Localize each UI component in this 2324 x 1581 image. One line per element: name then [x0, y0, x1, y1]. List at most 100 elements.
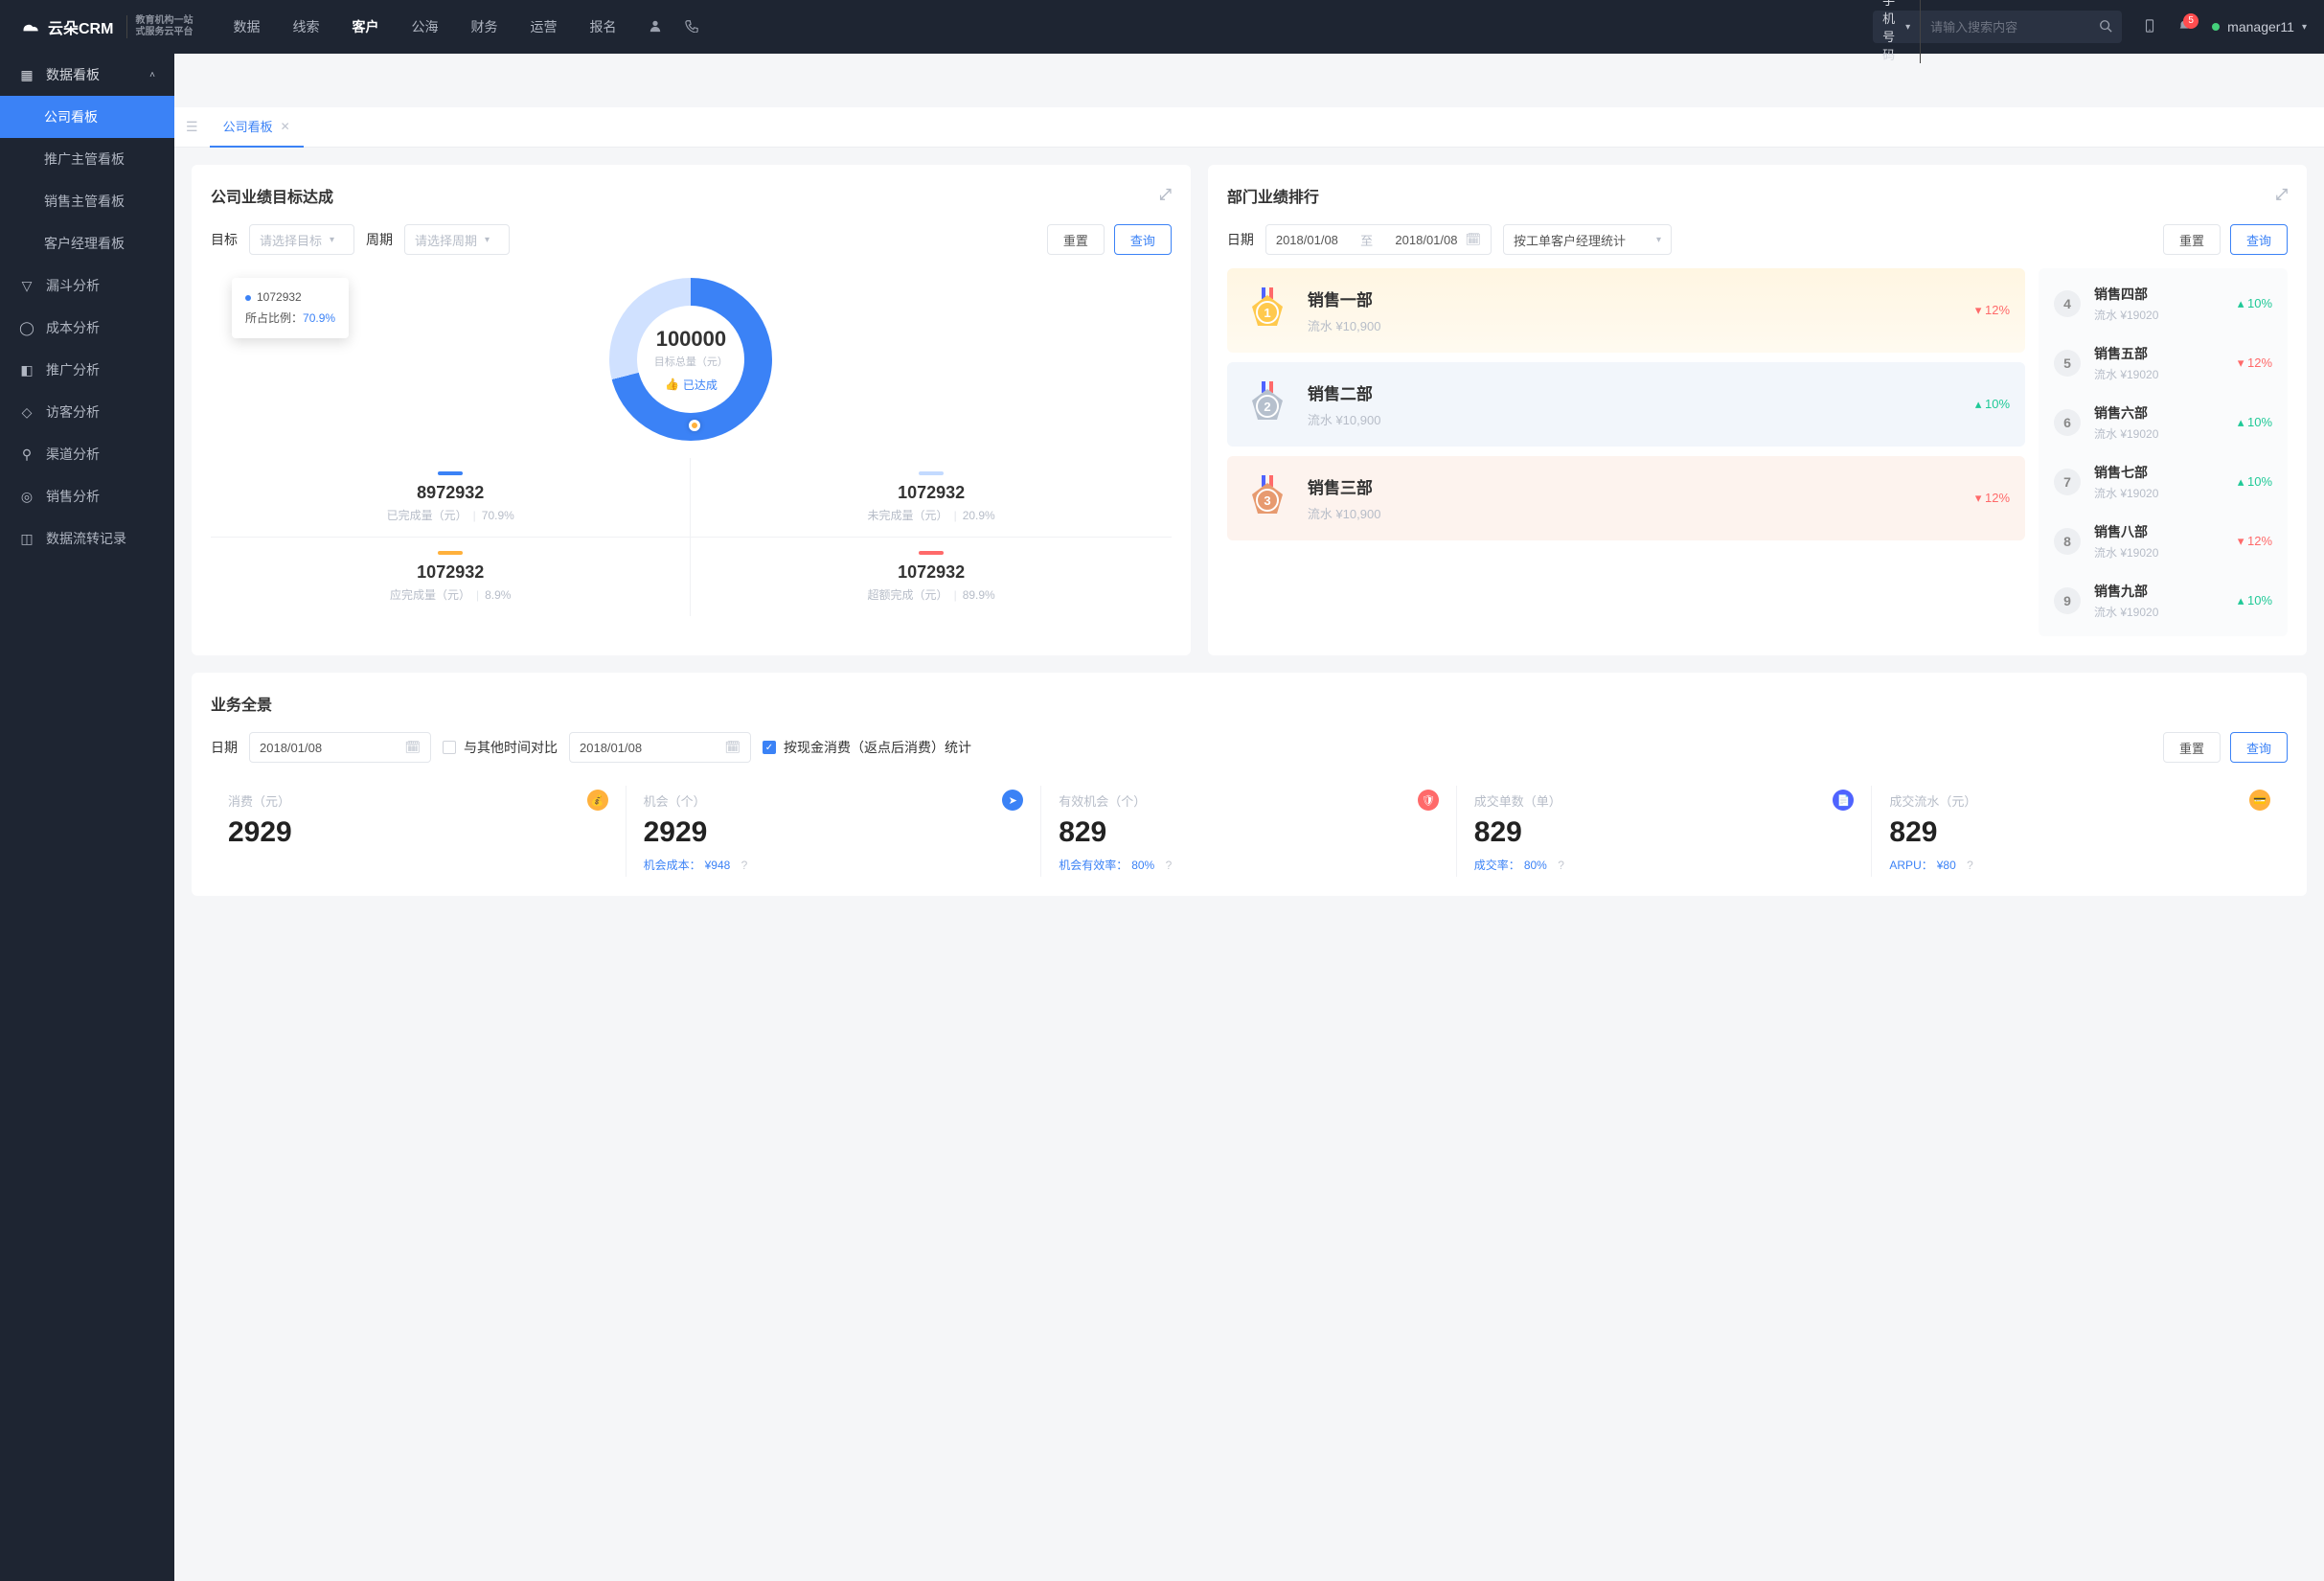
rank-name: 销售二部 — [1308, 380, 1960, 404]
medal-icon: 2 — [1242, 379, 1292, 429]
sidebar-item-3[interactable]: ◇访客分析 — [0, 391, 174, 433]
donut-marker — [689, 420, 700, 431]
tile-icon: ➤ — [1002, 790, 1023, 811]
stat-cell-3: 1072932 超额完成（元）|89.9% — [691, 538, 1171, 616]
search-box: 手机号码▾ — [1873, 11, 2122, 43]
sidebar-item-5[interactable]: ◎销售分析 — [0, 475, 174, 517]
cloud-icon — [17, 16, 42, 37]
stat-bar — [919, 471, 944, 475]
rank-top-1: 1 销售一部 流水 ¥10,900 ▾ 12% — [1227, 268, 2025, 353]
sidebar-item-2[interactable]: ◧推广分析 — [0, 349, 174, 391]
rank-change: ▴ 10% — [1975, 397, 2010, 412]
compare-checkbox[interactable]: 与其他时间对比 — [443, 738, 558, 757]
checkbox-unchecked — [443, 741, 456, 754]
user-menu[interactable]: manager11 ▾ — [2212, 19, 2307, 34]
tile-value: 829 — [1474, 816, 1855, 849]
rank-name: 销售九部 — [2094, 582, 2224, 601]
rank-row: 4 销售四部 流水 ¥19020 ▴ 10% — [2039, 274, 2288, 333]
sidebar-icon: ◫ — [19, 531, 34, 547]
sidebar-sub-0[interactable]: 公司看板 — [0, 96, 174, 138]
svg-text:1: 1 — [1264, 306, 1270, 320]
stat-label: 应完成量（元）|8.9% — [216, 586, 684, 603]
reset-button[interactable]: 重置 — [2163, 732, 2221, 763]
target-label: 目标 — [211, 230, 238, 249]
rank-name: 销售一部 — [1308, 286, 1960, 310]
thumb-up-icon: 👍 — [665, 378, 679, 391]
sidebar-item-4[interactable]: ⚲渠道分析 — [0, 433, 174, 475]
search-icon[interactable] — [2099, 19, 2112, 35]
stat-value: 1072932 — [216, 562, 684, 583]
help-icon[interactable]: ? — [1558, 859, 1564, 872]
tile-icon: 💰 — [587, 790, 608, 811]
date-range-picker[interactable]: 2018/01/08 至 2018/01/08 🗓 — [1265, 224, 1492, 255]
sidebar-item-1[interactable]: ◯成本分析 — [0, 307, 174, 349]
menu-toggle-icon[interactable]: ☰ — [186, 119, 198, 135]
query-button[interactable]: 查询 — [2230, 732, 2288, 763]
rank-change: ▴ 10% — [2238, 474, 2272, 490]
stat-label: 未完成量（元）|20.9% — [696, 507, 1165, 523]
stat-cell-1: 1072932 未完成量（元）|20.9% — [691, 458, 1171, 538]
search-input[interactable] — [1930, 20, 2099, 34]
sidebar-sub-1[interactable]: 推广主管看板 — [0, 138, 174, 180]
top-nav: 数据 线索 客户 公海 财务 运营 报名 — [233, 17, 616, 36]
sidebar-item-6[interactable]: ◫数据流转记录 — [0, 517, 174, 560]
rank-top-3: 3 销售三部 流水 ¥10,900 ▾ 12% — [1227, 456, 2025, 540]
stat-label: 超额完成（元）|89.9% — [696, 586, 1165, 603]
reset-button[interactable]: 重置 — [2163, 224, 2221, 255]
top-header: 云朵CRM 教育机构一站 式服务云平台 数据线索客户公海财务运营报名 手机号码▾… — [0, 0, 2324, 54]
help-icon[interactable]: ? — [741, 859, 748, 872]
reset-button[interactable]: 重置 — [1047, 224, 1105, 255]
nav-0[interactable]: 数据 — [233, 17, 260, 36]
nav-2[interactable]: 客户 — [352, 17, 378, 36]
business-overview-card: 业务全景 日期 2018/01/08🗓 与其他时间对比 2018/01/08🗓 … — [192, 673, 2307, 896]
calendar-icon: 🗓 — [404, 740, 421, 755]
nav-4[interactable]: 财务 — [470, 17, 497, 36]
period-label: 周期 — [366, 230, 393, 249]
sidebar-icon: ▽ — [19, 278, 34, 294]
username: manager11 — [2227, 19, 2294, 34]
phone-icon[interactable] — [685, 19, 698, 35]
help-icon[interactable]: ? — [1166, 859, 1173, 872]
help-icon[interactable]: ? — [1967, 859, 1973, 872]
cash-stat-checkbox[interactable]: ✓ 按现金消费（返点后消费）统计 — [763, 738, 971, 757]
query-button[interactable]: 查询 — [2230, 224, 2288, 255]
tile-icon: 💳 — [2249, 790, 2270, 811]
rank-name: 销售五部 — [2094, 344, 2224, 363]
sidebar-sub-2[interactable]: 销售主管看板 — [0, 180, 174, 222]
nav-6[interactable]: 报名 — [589, 17, 616, 36]
target-select[interactable]: 请选择目标▾ — [249, 224, 354, 255]
user-icon[interactable] — [649, 19, 662, 35]
target-donut-chart: 1072932 所占比例：70.9% 100000 目标总量（元） 👍已达成 — [211, 268, 1172, 441]
expand-icon[interactable]: ⤢ — [1159, 187, 1172, 204]
tab-company-board[interactable]: 公司看板 ✕ — [210, 107, 304, 148]
nav-1[interactable]: 线索 — [292, 17, 319, 36]
close-icon[interactable]: ✕ — [281, 120, 290, 133]
rank-change: ▴ 10% — [2238, 593, 2272, 608]
rank-change: ▴ 10% — [2238, 296, 2272, 311]
sidebar-sub-3[interactable]: 客户经理看板 — [0, 222, 174, 264]
period-select[interactable]: 请选择周期▾ — [404, 224, 510, 255]
notification-icon[interactable]: 5 — [2177, 19, 2191, 35]
nav-3[interactable]: 公海 — [411, 17, 438, 36]
nav-5[interactable]: 运营 — [530, 17, 557, 36]
rank-name: 销售七部 — [2094, 463, 2224, 482]
date-picker-1[interactable]: 2018/01/08🗓 — [249, 732, 431, 763]
stat-mode-select[interactable]: 按工单客户经理统计▾ — [1503, 224, 1672, 255]
tile-icon: 🛡 — [1418, 790, 1439, 811]
tile-icon: 📄 — [1833, 790, 1854, 811]
sidebar-item-0[interactable]: ▽漏斗分析 — [0, 264, 174, 307]
card-title: 业务全景 — [211, 692, 272, 715]
overview-tile-1: 机会（个） ➤ 2929机会成本：¥948 ? — [627, 786, 1042, 877]
tile-label: 有效机会（个） — [1059, 791, 1146, 810]
rank-change: ▾ 12% — [1975, 303, 2010, 318]
rank-row: 5 销售五部 流水 ¥19020 ▾ 12% — [2039, 333, 2288, 393]
rank-sub: 流水 ¥19020 — [2094, 307, 2224, 323]
date-picker-2[interactable]: 2018/01/08🗓 — [569, 732, 751, 763]
search-type-select[interactable]: 手机号码▾ — [1882, 0, 1921, 63]
mobile-icon[interactable] — [2143, 19, 2156, 35]
rank-row: 9 销售九部 流水 ¥19020 ▴ 10% — [2039, 571, 2288, 630]
expand-icon[interactable]: ⤢ — [2275, 187, 2288, 204]
sidebar-group-data-board[interactable]: ▦数据看板 ˄ — [0, 54, 174, 96]
query-button[interactable]: 查询 — [1114, 224, 1172, 255]
medal-icon: 3 — [1242, 473, 1292, 523]
